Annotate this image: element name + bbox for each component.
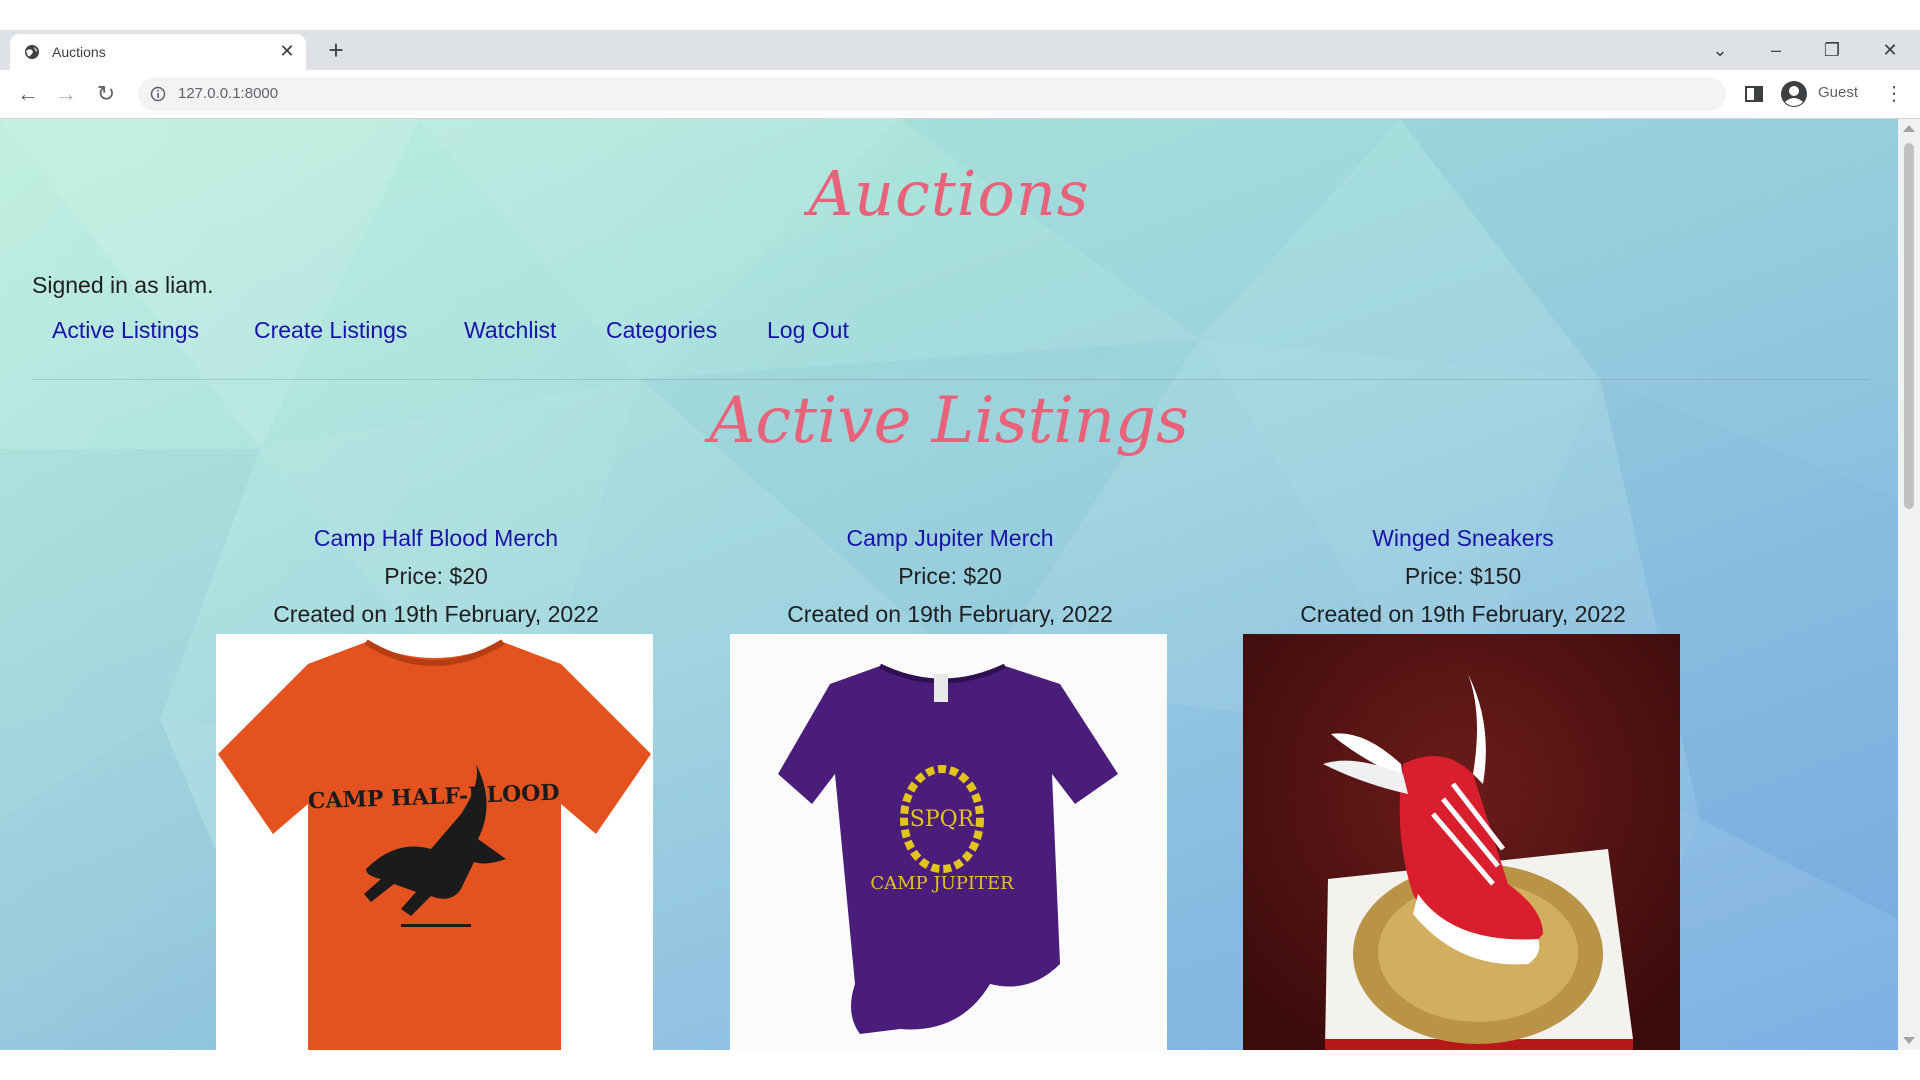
nav-categories[interactable]: Categories — [606, 317, 717, 344]
orange-tshirt-image: CAMP HALF-BLOOD — [216, 634, 653, 1050]
restore-icon[interactable]: ❐ — [1814, 36, 1850, 64]
purple-tshirt-image: SPQR CAMP JUPITER — [730, 634, 1167, 1050]
listing-created-date: Created on 19th February, 2022 — [787, 601, 1113, 627]
reload-icon[interactable]: ↻ — [92, 80, 120, 108]
scroll-down-icon[interactable] — [1903, 1037, 1915, 1044]
shirt-print-top-text: SPQR — [910, 807, 976, 832]
close-icon[interactable]: ✕ — [276, 40, 298, 62]
scroll-up-icon[interactable] — [1903, 125, 1915, 132]
listing-price: Price: $20 — [898, 563, 1002, 589]
address-bar[interactable]: 127.0.0.1:8000 — [138, 77, 1726, 111]
listing-card: Winged Sneakers Price: $150 Created on 1… — [1243, 519, 1683, 1050]
profile-icon[interactable] — [1780, 80, 1808, 108]
page-scrollbar[interactable] — [1898, 119, 1920, 1050]
listing-title-link[interactable]: Camp Half Blood Merch — [216, 519, 656, 557]
minimize-icon[interactable]: – — [1758, 36, 1794, 64]
back-arrow-icon[interactable]: ← — [14, 80, 42, 108]
tab-auctions[interactable]: Auctions ✕ — [10, 34, 306, 70]
divider — [32, 379, 1870, 380]
site-title: Auctions — [808, 157, 1090, 230]
listing-created-date: Created on 19th February, 2022 — [273, 601, 599, 627]
shirt-print-bottom-text: CAMP JUPITER — [870, 873, 1014, 894]
globe-icon — [25, 45, 39, 59]
username: liam. — [164, 272, 214, 298]
listing-price: Price: $20 — [384, 563, 488, 589]
listing-price: Price: $150 — [1404, 563, 1522, 589]
info-icon[interactable] — [150, 86, 166, 102]
kebab-menu-icon[interactable]: ⋮ — [1880, 80, 1908, 108]
profile-label[interactable]: Guest — [1818, 84, 1858, 101]
page-content: Auctions Signed in as liam. Active Listi… — [0, 119, 1898, 1050]
forward-arrow-icon[interactable]: → — [52, 80, 80, 108]
tab-strip: Auctions ✕ + ⌄ – ❐ ✕ — [0, 30, 1920, 70]
signed-in-text: Signed in as liam. — [32, 272, 214, 299]
listing-image[interactable] — [1243, 634, 1680, 1050]
browser-window: Auctions ✕ + ⌄ – ❐ ✕ ← → ↻ 127.0.0.1:800… — [0, 30, 1920, 1050]
winged-sneaker-image — [1243, 634, 1680, 1050]
scrollbar-thumb[interactable] — [1904, 143, 1914, 509]
signed-in-prefix: Signed in as — [32, 272, 165, 298]
url-text: 127.0.0.1:8000 — [178, 85, 279, 102]
browser-toolbar: ← → ↻ 127.0.0.1:8000 Guest ⋮ — [0, 70, 1920, 119]
sidebar-icon[interactable] — [1742, 82, 1766, 106]
nav-create-listings[interactable]: Create Listings — [254, 317, 407, 344]
listing-card: Camp Jupiter Merch Price: $20 Created on… — [730, 519, 1170, 1050]
close-window-icon[interactable]: ✕ — [1872, 36, 1908, 64]
listing-card: Camp Half Blood Merch Price: $20 Created… — [216, 519, 656, 1050]
listing-image[interactable]: CAMP HALF-BLOOD — [216, 634, 653, 1050]
listing-title-link[interactable]: Winged Sneakers — [1243, 519, 1683, 557]
listing-title-link[interactable]: Camp Jupiter Merch — [730, 519, 1170, 557]
listing-image[interactable]: SPQR CAMP JUPITER — [730, 634, 1167, 1050]
nav-active-listings[interactable]: Active Listings — [52, 317, 199, 344]
nav-log-out[interactable]: Log Out — [767, 317, 849, 344]
listing-created-date: Created on 19th February, 2022 — [1300, 601, 1626, 627]
tab-title: Auctions — [52, 44, 106, 60]
plus-icon[interactable]: + — [322, 37, 350, 65]
chevron-down-icon[interactable]: ⌄ — [1702, 36, 1738, 64]
nav-watchlist[interactable]: Watchlist — [464, 317, 556, 344]
page-heading: Active Listings — [709, 384, 1189, 458]
